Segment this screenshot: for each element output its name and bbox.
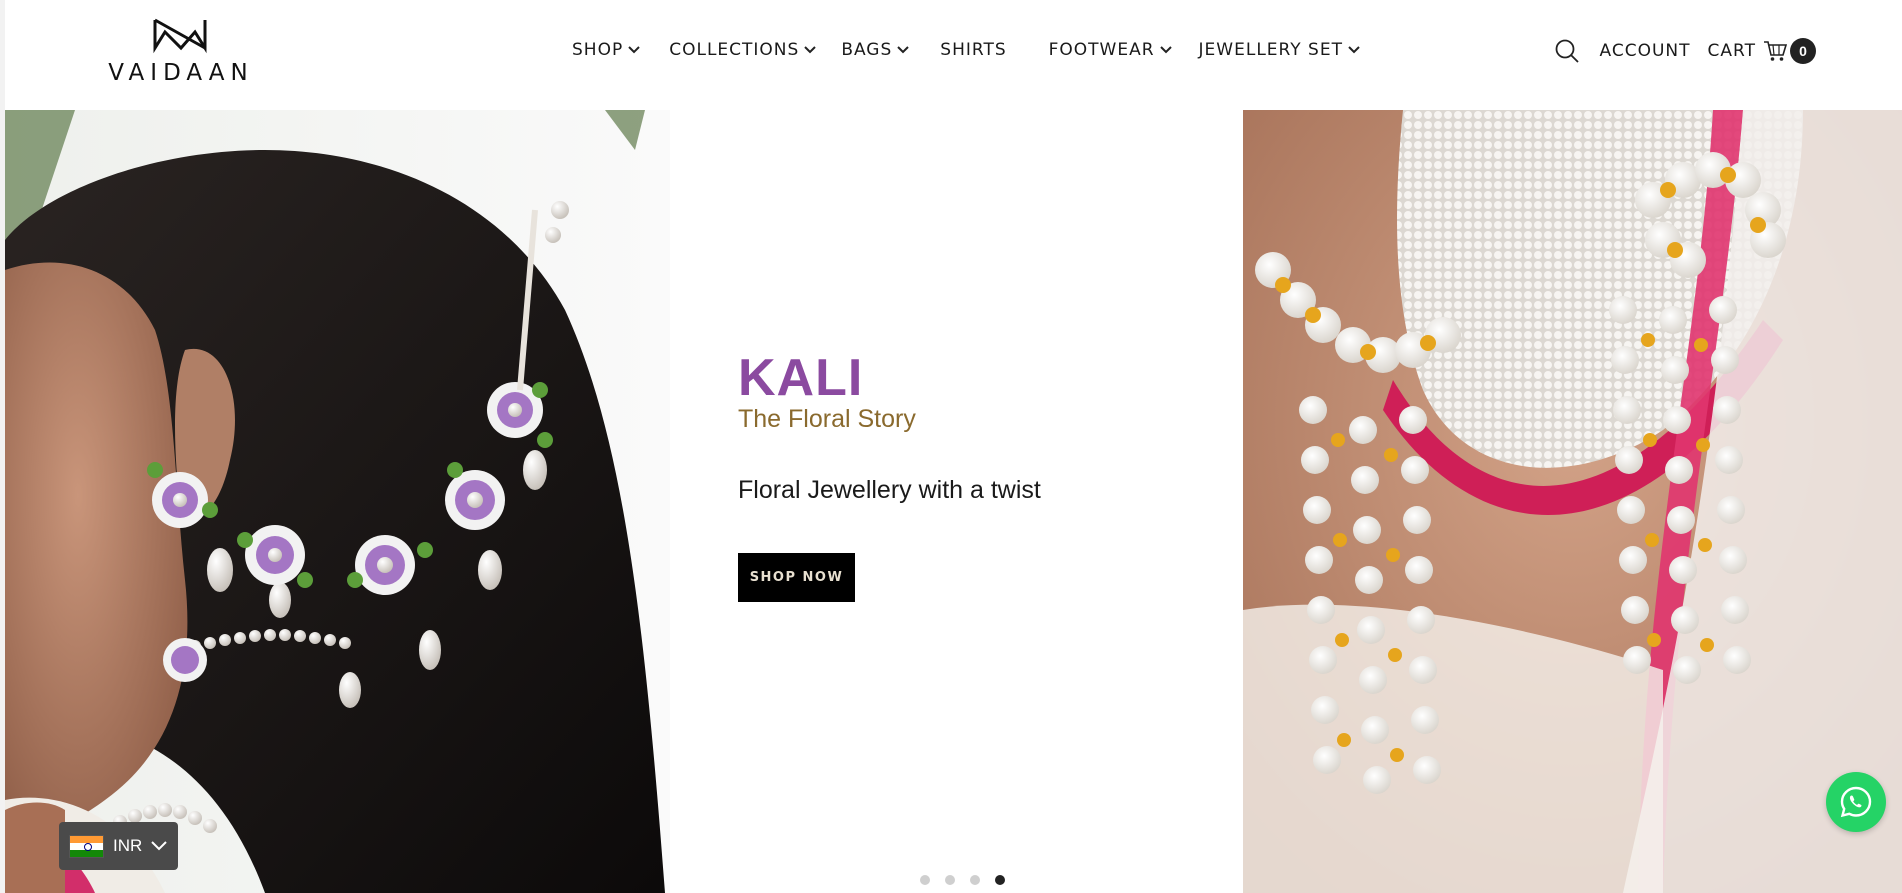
site-header: VAIDAAN SHOP COLLECTIONS BAGS SHIRTS FOO…: [5, 0, 1902, 110]
page: VAIDAAN SHOP COLLECTIONS BAGS SHIRTS FOO…: [0, 0, 1902, 893]
india-flag-icon: [69, 834, 104, 858]
chevron-down-icon: [628, 46, 640, 54]
nav-item-label: BAGS: [841, 40, 893, 60]
cart-label: CART: [1707, 41, 1756, 61]
slider-dots: [920, 875, 1020, 885]
nav-item-collections[interactable]: COLLECTIONS: [669, 40, 817, 60]
hero-image-right: [1243, 110, 1902, 893]
main-nav: SHOP COLLECTIONS BAGS SHIRTS FOOTWEAR JE…: [572, 40, 1360, 60]
header-utilities: ACCOUNT CART 0: [1554, 38, 1816, 64]
brand-logo[interactable]: VAIDAAN: [108, 18, 258, 86]
logo-mark-icon: [153, 18, 207, 54]
cart-icon: [1764, 41, 1787, 61]
cart-button[interactable]: CART 0: [1708, 38, 1816, 64]
nav-item-shirts[interactable]: SHIRTS: [940, 40, 1006, 60]
chevron-down-icon: [1159, 46, 1172, 54]
nav-item-label: JEWELLERY SET: [1198, 40, 1343, 60]
currency-selector[interactable]: INR: [59, 822, 178, 870]
nav-item-shop[interactable]: SHOP: [572, 40, 640, 60]
nav-item-label: FOOTWEAR: [1048, 40, 1155, 60]
nav-item-label: SHOP: [572, 40, 624, 60]
search-icon[interactable]: [1554, 38, 1580, 64]
cart-count-badge: 0: [1790, 38, 1816, 64]
brand-name: VAIDAAN: [108, 60, 254, 86]
chevron-down-icon: [151, 841, 167, 851]
chevron-down-icon: [1348, 46, 1360, 54]
hero-image-left: [5, 110, 670, 893]
hero-slider: KALI The Floral Story Floral Jewellery w…: [5, 110, 1902, 893]
nav-item-bags[interactable]: BAGS: [841, 40, 909, 60]
nav-item-label: SHIRTS: [940, 40, 1007, 60]
nav-item-footwear[interactable]: FOOTWEAR: [1049, 40, 1172, 60]
nav-item-label: COLLECTIONS: [669, 40, 800, 60]
nav-item-jewellery-set[interactable]: JEWELLERY SET: [1199, 40, 1360, 60]
slide-dot-4[interactable]: [995, 875, 1005, 885]
whatsapp-chat-button[interactable]: [1826, 772, 1886, 832]
hero-tagline: Floral Jewellery with a twist: [738, 476, 1041, 504]
account-link[interactable]: ACCOUNT: [1600, 41, 1691, 61]
slide-dot-2[interactable]: [945, 875, 955, 885]
shop-now-button[interactable]: SHOP NOW: [738, 553, 855, 602]
slide-dot-1[interactable]: [920, 875, 930, 885]
hero-subtitle: The Floral Story: [738, 405, 916, 433]
chevron-down-icon: [897, 46, 909, 54]
chevron-down-icon: [804, 46, 817, 54]
slide-dot-3[interactable]: [970, 875, 980, 885]
whatsapp-icon: [1840, 786, 1872, 818]
hero-copy: KALI The Floral Story Floral Jewellery w…: [738, 350, 1041, 602]
hero-title: KALI: [738, 349, 864, 407]
currency-code: INR: [113, 836, 143, 855]
